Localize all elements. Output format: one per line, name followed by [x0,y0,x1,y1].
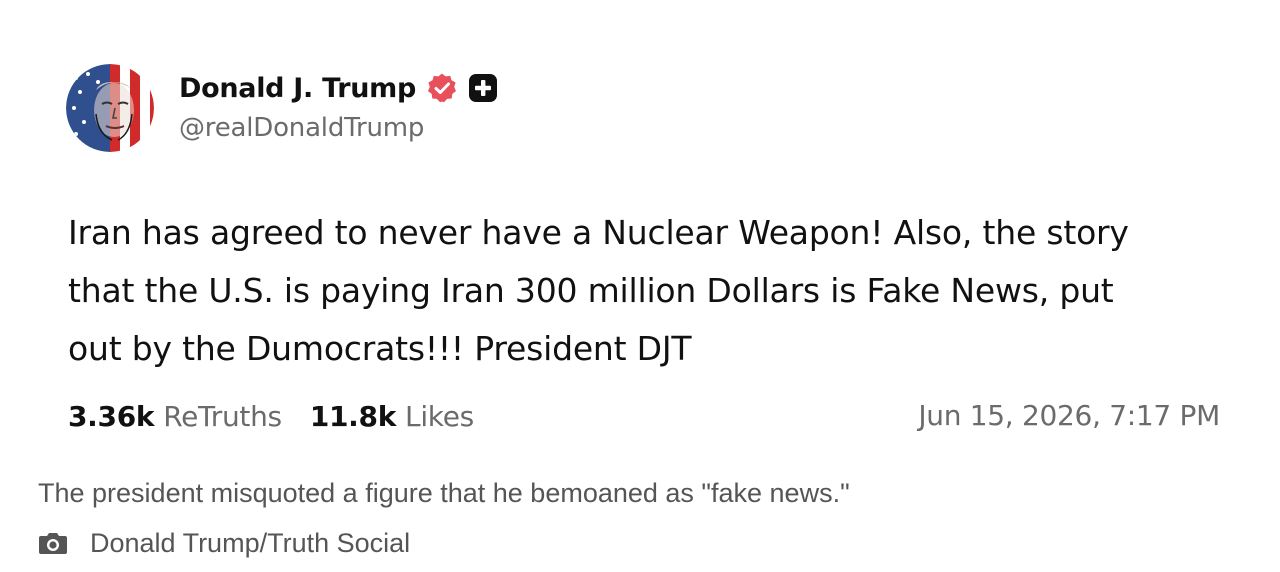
post-stats: 3.36k ReTruths 11.8k Likes [68,394,474,438]
truth-social-post: Donald J. Trump @realDonaldTrump Iran ha… [0,0,1280,460]
post-timestamp[interactable]: Jun 15, 2026, 7:17 PM [918,394,1220,438]
likes-label: Likes [405,399,474,433]
credit-text: Donald Trump/Truth Social [90,527,411,558]
retruths-stat[interactable]: 3.36k ReTruths [68,400,282,433]
image-credit: Donald Trump/Truth Social [38,525,410,561]
flag-portrait-avatar-icon [66,64,154,152]
author-display-name[interactable]: Donald J. Trump [179,73,416,104]
likes-stat[interactable]: 11.8k Likes [310,400,474,433]
author-handle[interactable]: @realDonaldTrump [179,113,424,143]
author-name-row: Donald J. Trump [179,68,498,108]
post-text-line: Iran has agreed to never have a Nuclear … [68,213,1129,252]
retruths-label: ReTruths [163,399,282,433]
plus-badge-icon [468,73,498,103]
post-text-line: that the U.S. is paying Iran 300 million… [68,271,1114,310]
post-text: Iran has agreed to never have a Nuclear … [68,204,1228,378]
retruths-count: 3.36k [68,399,155,433]
camera-icon [38,531,68,555]
verified-badge-icon [426,72,458,104]
image-caption: The president misquoted a figure that he… [38,478,850,508]
post-text-line: out by the Dumocrats!!! President DJT [68,329,692,368]
likes-count: 11.8k [309,399,397,433]
author-avatar[interactable] [66,64,154,152]
